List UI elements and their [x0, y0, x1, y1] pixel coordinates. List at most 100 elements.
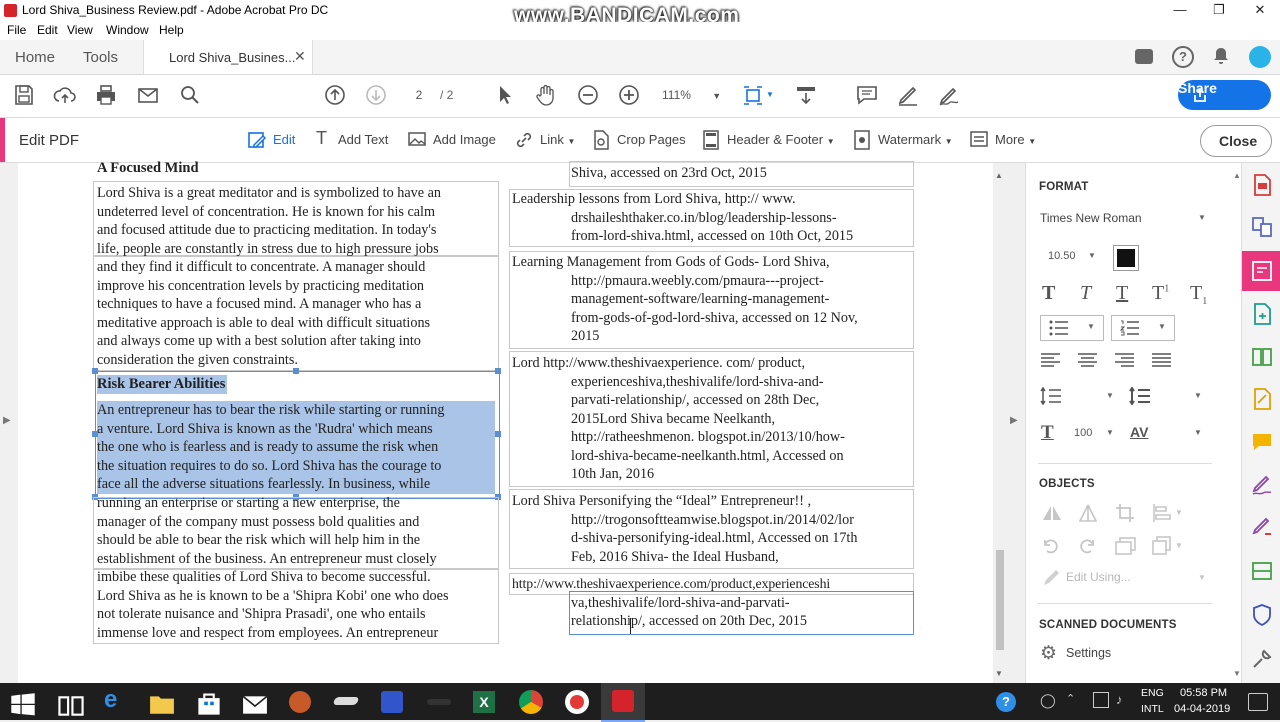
combine-files-icon[interactable]: [1250, 215, 1274, 239]
mail-icon[interactable]: [242, 692, 268, 718]
task-view-icon[interactable]: [58, 693, 84, 719]
header-footer-tool[interactable]: Header & Footer ▼: [727, 132, 835, 147]
edit-tool[interactable]: Edit: [273, 132, 295, 147]
export-pdf-icon[interactable]: [1250, 173, 1274, 197]
arrange-icon[interactable]: [1152, 536, 1172, 556]
zoom-in-icon[interactable]: [617, 83, 641, 107]
upload-cloud-icon[interactable]: [53, 83, 77, 107]
language-line2[interactable]: INTL: [1141, 703, 1164, 715]
clock-date[interactable]: 04-04-2019: [1174, 703, 1230, 715]
selection-handle[interactable]: [495, 431, 501, 437]
clock-time[interactable]: 05:58 PM: [1180, 687, 1227, 699]
tab-tools[interactable]: Tools: [83, 49, 118, 66]
store-icon[interactable]: [196, 691, 222, 717]
sign-rail-icon[interactable]: [1250, 473, 1274, 497]
help-icon[interactable]: ?: [1172, 46, 1194, 68]
crop-pages-tool[interactable]: Crop Pages: [617, 132, 686, 147]
more-tool[interactable]: More ▼: [995, 132, 1036, 147]
selection-handle[interactable]: [293, 368, 299, 374]
align-left-icon[interactable]: [1041, 353, 1061, 369]
chevron-down-icon[interactable]: ▼: [1198, 573, 1206, 582]
panel-scroll-down-icon[interactable]: ▼: [1233, 669, 1241, 678]
font-family-dropdown[interactable]: Times New Roman ▼: [1040, 207, 1206, 229]
chrome-icon[interactable]: [519, 690, 543, 714]
chevron-down-icon[interactable]: ▼: [1106, 391, 1114, 400]
help-tray-icon[interactable]: ?: [996, 692, 1016, 712]
file-explorer-icon[interactable]: [149, 691, 175, 717]
volume-icon[interactable]: ♪: [1116, 692, 1123, 707]
menu-edit[interactable]: Edit: [37, 23, 58, 37]
paragraph-spacing-icon[interactable]: [1129, 387, 1151, 405]
rotate-right-icon[interactable]: [1077, 536, 1097, 556]
selection-handle[interactable]: [92, 368, 98, 374]
minimize-icon[interactable]: —: [1158, 0, 1202, 22]
show-hidden-icons[interactable]: ⌃: [1066, 692, 1075, 705]
watermark-tool[interactable]: Watermark ▼: [878, 132, 953, 147]
selection-handle[interactable]: [92, 431, 98, 437]
windows-start-icon[interactable]: [10, 692, 36, 718]
character-spacing-icon[interactable]: AV: [1130, 424, 1148, 440]
menu-view[interactable]: View: [67, 23, 93, 37]
link-tool[interactable]: Link ▼: [540, 132, 575, 147]
search-icon[interactable]: [178, 83, 202, 107]
select-cursor-icon[interactable]: [493, 83, 517, 107]
save-icon[interactable]: [12, 83, 36, 107]
bullet-list-dropdown[interactable]: ▼: [1040, 315, 1104, 341]
share-button[interactable]: Share: [1178, 80, 1271, 110]
email-icon[interactable]: [136, 83, 160, 107]
italic-t-icon[interactable]: T: [1080, 282, 1091, 305]
font-size-dropdown[interactable]: 10.50 ▼: [1040, 245, 1096, 267]
replace-image-icon[interactable]: [1115, 536, 1137, 556]
tab-home[interactable]: Home: [15, 49, 55, 66]
align-objects-icon[interactable]: [1152, 503, 1172, 523]
restore-icon[interactable]: ❐: [1197, 0, 1241, 22]
bold-t-icon[interactable]: T: [1042, 282, 1055, 305]
add-text-tool[interactable]: Add Text: [338, 132, 388, 147]
tab-document[interactable]: Lord Shiva_Busines... ✕: [143, 40, 313, 74]
action-center-icon[interactable]: [1248, 693, 1268, 711]
bandicam-icon[interactable]: [565, 690, 589, 714]
para-risk-bearer[interactable]: An entrepreneur has to bear the risk whi…: [97, 401, 495, 494]
hand-tool-icon[interactable]: [534, 83, 558, 107]
page-up-icon[interactable]: [323, 83, 347, 107]
edge-icon[interactable]: e: [104, 686, 130, 713]
chevron-down-icon[interactable]: ▼: [766, 90, 774, 99]
flip-vertical-icon[interactable]: [1077, 503, 1099, 523]
app-icon[interactable]: [332, 697, 360, 705]
comment-bubble-icon[interactable]: [1135, 49, 1153, 64]
excel-icon[interactable]: X: [473, 691, 495, 713]
account-avatar[interactable]: [1249, 46, 1271, 68]
rotate-left-icon[interactable]: [1041, 536, 1061, 556]
para-focused-mind[interactable]: Lord Shiva is a great meditator and is s…: [97, 184, 495, 369]
scrollbar-thumb[interactable]: [996, 550, 1004, 650]
scroll-mode-icon[interactable]: [794, 83, 818, 107]
align-center-icon[interactable]: [1078, 353, 1098, 369]
chevron-down-icon[interactable]: ▼: [1175, 541, 1183, 550]
subscript-t-icon[interactable]: T1: [1190, 282, 1207, 307]
close-edit-button[interactable]: Close: [1200, 125, 1272, 157]
numbered-list-dropdown[interactable]: ▼: [1111, 315, 1175, 341]
people-icon[interactable]: ◯: [1040, 692, 1056, 709]
settings-button[interactable]: Settings: [1066, 646, 1111, 660]
left-panel-toggle-icon[interactable]: ▶: [3, 415, 11, 426]
page-number-input[interactable]: 2: [406, 84, 432, 106]
more-tools-icon[interactable]: [1250, 647, 1274, 671]
flip-horizontal-icon[interactable]: [1041, 503, 1063, 523]
chevron-down-icon[interactable]: ▼: [1194, 391, 1202, 400]
text-color-swatch[interactable]: [1113, 245, 1139, 271]
menu-help[interactable]: Help: [159, 23, 184, 37]
zoom-level-dropdown[interactable]: 111% ▼: [662, 84, 721, 107]
print-icon[interactable]: [94, 83, 118, 107]
fit-page-icon[interactable]: [741, 83, 765, 107]
chevron-down-icon[interactable]: ▼: [1106, 428, 1114, 437]
fill-sign-icon[interactable]: [1250, 387, 1274, 411]
zoom-out-icon[interactable]: [576, 83, 600, 107]
horizontal-scale-value[interactable]: 100: [1074, 427, 1092, 439]
acrobat-taskbar-active[interactable]: [601, 683, 645, 722]
line-spacing-icon[interactable]: [1040, 387, 1062, 405]
highlight-pen-icon[interactable]: [896, 83, 920, 107]
edit-using-button[interactable]: Edit Using...: [1066, 570, 1131, 584]
comment-rail-icon[interactable]: [1250, 430, 1274, 454]
selection-handle[interactable]: [495, 368, 501, 374]
align-right-icon[interactable]: [1115, 353, 1135, 369]
